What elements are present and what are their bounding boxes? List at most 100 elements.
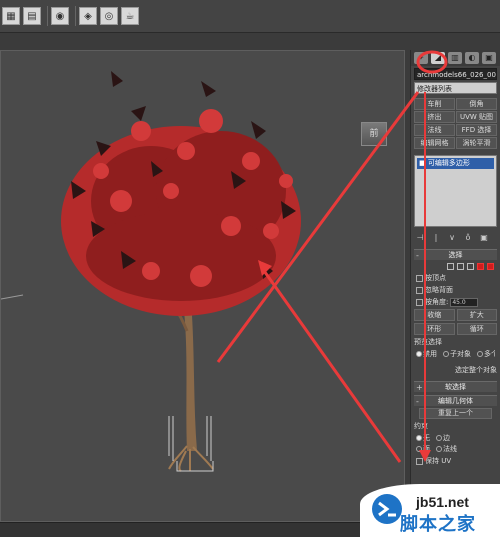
preserve-uv-row[interactable]: 保持 UV	[416, 456, 495, 466]
checkbox[interactable]	[416, 274, 423, 282]
watermark-name: 脚本之家	[400, 514, 476, 535]
stack-item-editable-poly[interactable]: ■ 可编辑多边形	[417, 158, 494, 169]
selection-status: 选定整个对象	[455, 366, 497, 374]
render-icon[interactable]: ◉	[51, 7, 69, 25]
shrink-grow-row: 收缩 扩大	[414, 309, 497, 321]
radio-label: 子对象	[450, 350, 471, 358]
constraint-normal-option[interactable]: 法线	[436, 444, 457, 454]
loop-button[interactable]: 循环	[456, 323, 497, 335]
material-editor-icon[interactable]: ◈	[79, 7, 97, 25]
modify-icon[interactable]: ◢	[431, 52, 445, 64]
render-setup-icon[interactable]: ▤	[23, 7, 41, 25]
watermark-site: jb51.net	[416, 494, 469, 510]
display-icon[interactable]: ▣	[482, 52, 496, 64]
stack-tools: ⊣ | ∨ ô ▣	[414, 232, 497, 244]
modifier-list-dropdown[interactable]: 修改器列表	[414, 82, 497, 94]
checkbox[interactable]	[416, 298, 423, 306]
constraints-row-1: 无 边	[416, 433, 495, 443]
show-end-result-icon[interactable]: |	[430, 233, 442, 243]
preview-off-option[interactable]: 禁用	[416, 349, 437, 359]
radio[interactable]	[416, 351, 422, 357]
tree-model-render	[1, 71, 301, 472]
make-unique-icon[interactable]: ∨	[446, 233, 458, 243]
extrude-button[interactable]: 挤出	[414, 111, 455, 123]
modifier-buttons: 车削 倒角 挤出 UVW 贴图 法线 FFD 选择 编辑网格 涡轮平滑	[414, 98, 497, 149]
watermark: jb51.net 脚本之家	[360, 466, 500, 537]
stack-item-label: 可编辑多边形	[427, 159, 470, 167]
soft-selection-rollout-header[interactable]: + 软选择	[414, 381, 497, 392]
element-mode-icon[interactable]	[487, 263, 494, 270]
constraint-none-option[interactable]: 无	[416, 433, 430, 443]
constraints-label: 约束	[414, 422, 428, 430]
motion-icon[interactable]: ◐	[465, 52, 479, 64]
checkbox[interactable]	[416, 457, 423, 465]
command-panel-tabs: ✦ ◢ ▥ ◐ ▣	[411, 50, 500, 66]
radio[interactable]	[416, 435, 422, 441]
radio-label: 多个	[484, 350, 495, 358]
border-mode-icon[interactable]	[467, 263, 474, 270]
radio[interactable]	[416, 446, 422, 452]
ring-loop-row: 环形 循环	[414, 323, 497, 335]
edge-mode-icon[interactable]	[457, 263, 464, 270]
ffd-select-button[interactable]: FFD 选择	[456, 124, 497, 136]
rollout-title: 软选择	[445, 383, 466, 391]
edit-mesh-button[interactable]: 编辑网格	[414, 137, 455, 149]
view-cube[interactable]: 前	[361, 122, 387, 146]
constraint-edge-option[interactable]: 边	[436, 433, 450, 443]
radio[interactable]	[443, 351, 449, 357]
preview-selection-label: 预览选择	[414, 338, 442, 346]
command-panel: ✦ ◢ ▥ ◐ ▣ archmodels66_026_002 修改器列表 车削 …	[410, 50, 500, 522]
lathe-button[interactable]: 车削	[414, 98, 455, 110]
configure-sets-icon[interactable]: ▣	[478, 233, 490, 243]
rollout-title: 编辑几何体	[438, 397, 473, 405]
by-angle-row[interactable]: 按角度: 45.0	[416, 297, 495, 307]
ignore-backface-row[interactable]: 忽略背面	[416, 285, 495, 295]
perspective-viewport[interactable]: 前	[0, 50, 405, 522]
site-logo-icon	[372, 494, 402, 524]
preview-selection-options: 禁用 子对象 多个	[416, 349, 495, 359]
main-toolbar: ▦ ▤ ◉ ◈ ◎ ☕	[0, 0, 500, 33]
collapse-icon: -	[416, 397, 419, 406]
pin-stack-icon[interactable]: ⊣	[414, 233, 426, 243]
hierarchy-icon[interactable]: ▥	[448, 52, 462, 64]
bevel-button[interactable]: 倒角	[456, 98, 497, 110]
checkbox[interactable]	[416, 286, 423, 294]
grow-button[interactable]: 扩大	[456, 309, 497, 321]
teapot-icon[interactable]: ☕	[121, 7, 139, 25]
checkbox-label: 忽略背面	[425, 286, 453, 294]
subobject-icons	[417, 263, 494, 270]
polygon-mode-icon[interactable]	[477, 263, 484, 270]
radio[interactable]	[477, 351, 483, 357]
radio-label: 法线	[443, 445, 457, 453]
constraints-row-2: 面 法线	[416, 444, 495, 454]
by-vertex-row[interactable]: 按顶点	[416, 273, 495, 283]
radio-label: 无	[423, 434, 430, 442]
checkbox-label: 按角度:	[425, 298, 449, 306]
environment-icon[interactable]: ◎	[100, 7, 118, 25]
radio[interactable]	[436, 435, 442, 441]
uvw-map-button[interactable]: UVW 贴图	[456, 111, 497, 123]
checkbox-label: 保持 UV	[425, 457, 452, 465]
create-icon[interactable]: ✦	[414, 52, 428, 64]
turbosmooth-button[interactable]: 涡轮平滑	[456, 137, 497, 149]
constraint-face-option[interactable]: 面	[416, 444, 430, 454]
preview-multi-option[interactable]: 多个	[477, 349, 495, 359]
shrink-button[interactable]: 收缩	[414, 309, 455, 321]
render-frame-icon[interactable]: ▦	[2, 7, 20, 25]
ring-button[interactable]: 环形	[414, 323, 455, 335]
modifier-stack: ■ 可编辑多边形	[414, 155, 497, 227]
radio-label: 面	[423, 445, 430, 453]
normal-button[interactable]: 法线	[414, 124, 455, 136]
edit-geometry-rollout-header[interactable]: - 编辑几何体	[414, 395, 497, 406]
radio[interactable]	[436, 446, 442, 452]
selection-rollout-header[interactable]: - 选择	[414, 249, 497, 260]
object-name-field[interactable]: archmodels66_026_002	[414, 68, 497, 80]
angle-input[interactable]: 45.0	[450, 297, 479, 307]
toolbar-divider	[47, 6, 48, 26]
vertex-mode-icon[interactable]	[447, 263, 454, 270]
repeat-last-button[interactable]: 重复上一个	[419, 408, 492, 419]
preview-subobject-option[interactable]: 子对象	[443, 349, 471, 359]
checkbox-label: 按顶点	[425, 274, 446, 282]
remove-modifier-icon[interactable]: ô	[462, 233, 474, 243]
expand-icon: +	[416, 383, 423, 392]
